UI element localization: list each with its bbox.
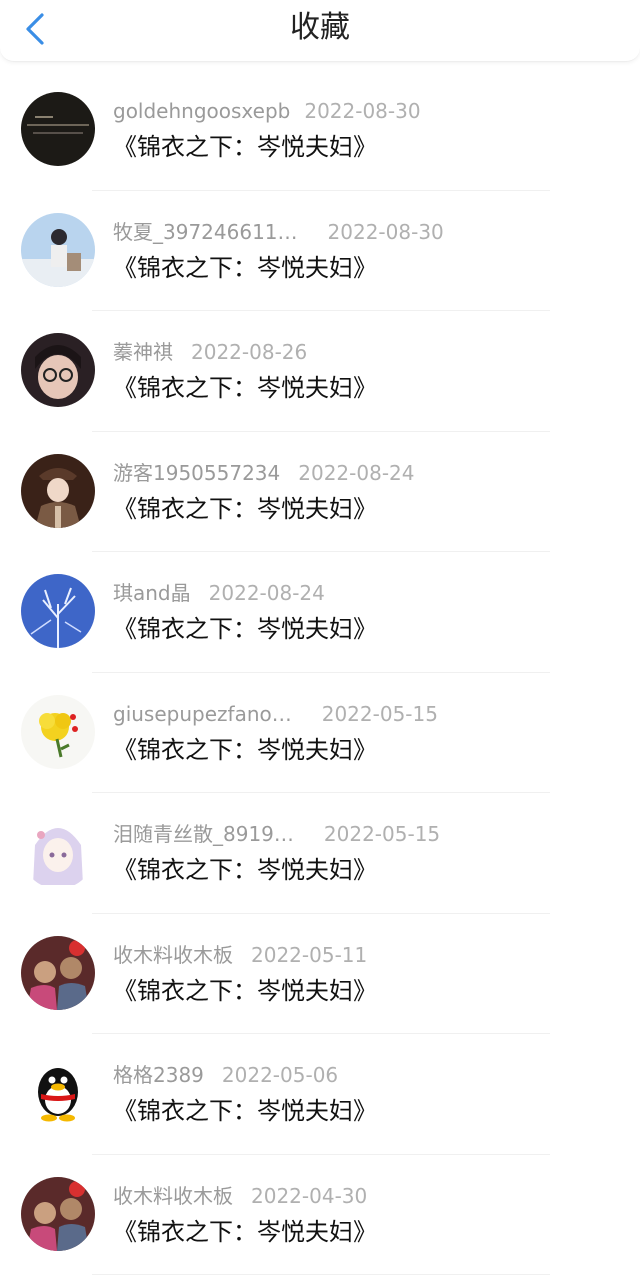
list-item[interactable]: 牧夏_397246611… 2022-08-30 《锦衣之下：岑悦夫妇》 [0,191,640,312]
avatar[interactable] [21,333,95,407]
dark-text-avatar [21,92,95,166]
item-meta: 收木料收木板 2022-05-11 [113,942,367,968]
work-title[interactable]: 《锦衣之下：岑悦夫妇》 [113,1096,377,1126]
avatar[interactable] [21,1056,95,1130]
date: 2022-05-15 [323,822,441,846]
list-item[interactable]: 蓁神祺 2022-08-26 《锦衣之下：岑悦夫妇》 [0,311,640,432]
sky-figure-avatar [21,212,95,287]
top-bar: 收藏 [0,0,640,62]
username[interactable]: 泪随青丝散_8919… [113,822,294,846]
work-title[interactable]: 《锦衣之下：岑悦夫妇》 [113,1217,377,1247]
avatar[interactable] [21,1176,95,1251]
item-meta: 琪and晶 2022-08-24 [113,580,325,606]
anime-girl-avatar [21,815,95,889]
date: 2022-08-24 [298,460,415,485]
item-meta: 收木料收木板 2022-04-30 [113,1183,367,1209]
item-meta: 蓁神祺 2022-08-26 [113,339,307,365]
date: 2022-05-06 [221,1063,339,1087]
username[interactable]: 蓁神祺 [113,340,173,364]
work-title[interactable]: 《锦衣之下：岑悦夫妇》 [113,614,377,644]
list-item[interactable]: 游客1950557234 2022-08-24 《锦衣之下：岑悦夫妇》 [0,432,640,553]
username[interactable]: 收木料收木板 [113,943,233,967]
date: 2022-08-26 [191,340,308,364]
two-people-photo-avatar [21,1176,95,1251]
glasses-face-avatar [21,333,95,407]
avatar[interactable] [21,92,95,166]
username[interactable]: 收木料收木板 [113,1184,233,1208]
item-meta: 游客1950557234 2022-08-24 [113,460,414,486]
avatar[interactable] [21,694,95,769]
list-item[interactable]: 泪随青丝散_8919… 2022-05-15 《锦衣之下：岑悦夫妇》 [0,793,640,914]
username[interactable]: goldehngoosxepb [113,99,290,123]
avatar[interactable] [21,815,95,889]
username[interactable]: giusepupezfano… [113,702,292,726]
date: 2022-04-30 [251,1183,368,1208]
date: 2022-05-15 [321,701,438,726]
work-title[interactable]: 《锦衣之下：岑悦夫妇》 [113,976,377,1006]
list-item[interactable]: 收木料收木板 2022-04-30 《锦衣之下：岑悦夫妇》 [0,1155,640,1276]
penguin-avatar [21,1056,95,1130]
item-meta: giusepupezfano… 2022-05-15 [113,701,438,727]
username[interactable]: 游客1950557234 [113,461,280,485]
date: 2022-05-11 [251,942,368,967]
work-title[interactable]: 《锦衣之下：岑悦夫妇》 [113,735,377,765]
avatar[interactable] [21,453,95,528]
avatar[interactable] [21,574,95,648]
date: 2022-08-24 [208,581,325,605]
work-title[interactable]: 《锦衣之下：岑悦夫妇》 [113,855,377,885]
page-title: 收藏 [290,10,350,45]
work-title[interactable]: 《锦衣之下：岑悦夫妇》 [113,494,377,524]
list-item[interactable]: 收木料收木板 2022-05-11 《锦衣之下：岑悦夫妇》 [0,914,640,1035]
item-meta: goldehngoosxepb 2022-08-30 [113,98,421,124]
item-meta: 牧夏_397246611… 2022-08-30 [113,219,444,245]
username[interactable]: 格格2389 [113,1063,204,1087]
avatar[interactable] [21,935,95,1010]
username[interactable]: 琪and晶 [113,581,191,605]
yellow-flower-avatar [21,694,95,769]
item-meta: 格格2389 2022-05-06 [113,1062,338,1088]
work-title[interactable]: 《锦衣之下：岑悦夫妇》 [113,373,377,403]
work-title[interactable]: 《锦衣之下：岑悦夫妇》 [113,253,377,283]
work-title[interactable]: 《锦衣之下：岑悦夫妇》 [113,132,377,162]
list-item[interactable]: 琪and晶 2022-08-24 《锦衣之下：岑悦夫妇》 [0,552,640,673]
avatar[interactable] [21,212,95,287]
blue-winter-tree-avatar [21,574,95,648]
list-item[interactable]: goldehngoosxepb 2022-08-30 《锦衣之下：岑悦夫妇》 [0,70,640,191]
date: 2022-08-30 [304,99,421,123]
item-meta: 泪随青丝散_8919… 2022-05-15 [113,821,440,847]
list-item[interactable]: giusepupezfano… 2022-05-15 《锦衣之下：岑悦夫妇》 [0,673,640,794]
favorites-list: goldehngoosxepb 2022-08-30 《锦衣之下：岑悦夫妇》 牧夏… [0,70,640,1275]
illustrated-officer-avatar [21,453,95,528]
list-item[interactable]: 格格2389 2022-05-06 《锦衣之下：岑悦夫妇》 [0,1034,640,1155]
two-people-photo-avatar [21,935,95,1010]
username[interactable]: 牧夏_397246611… [113,220,298,244]
date: 2022-08-30 [327,219,444,244]
